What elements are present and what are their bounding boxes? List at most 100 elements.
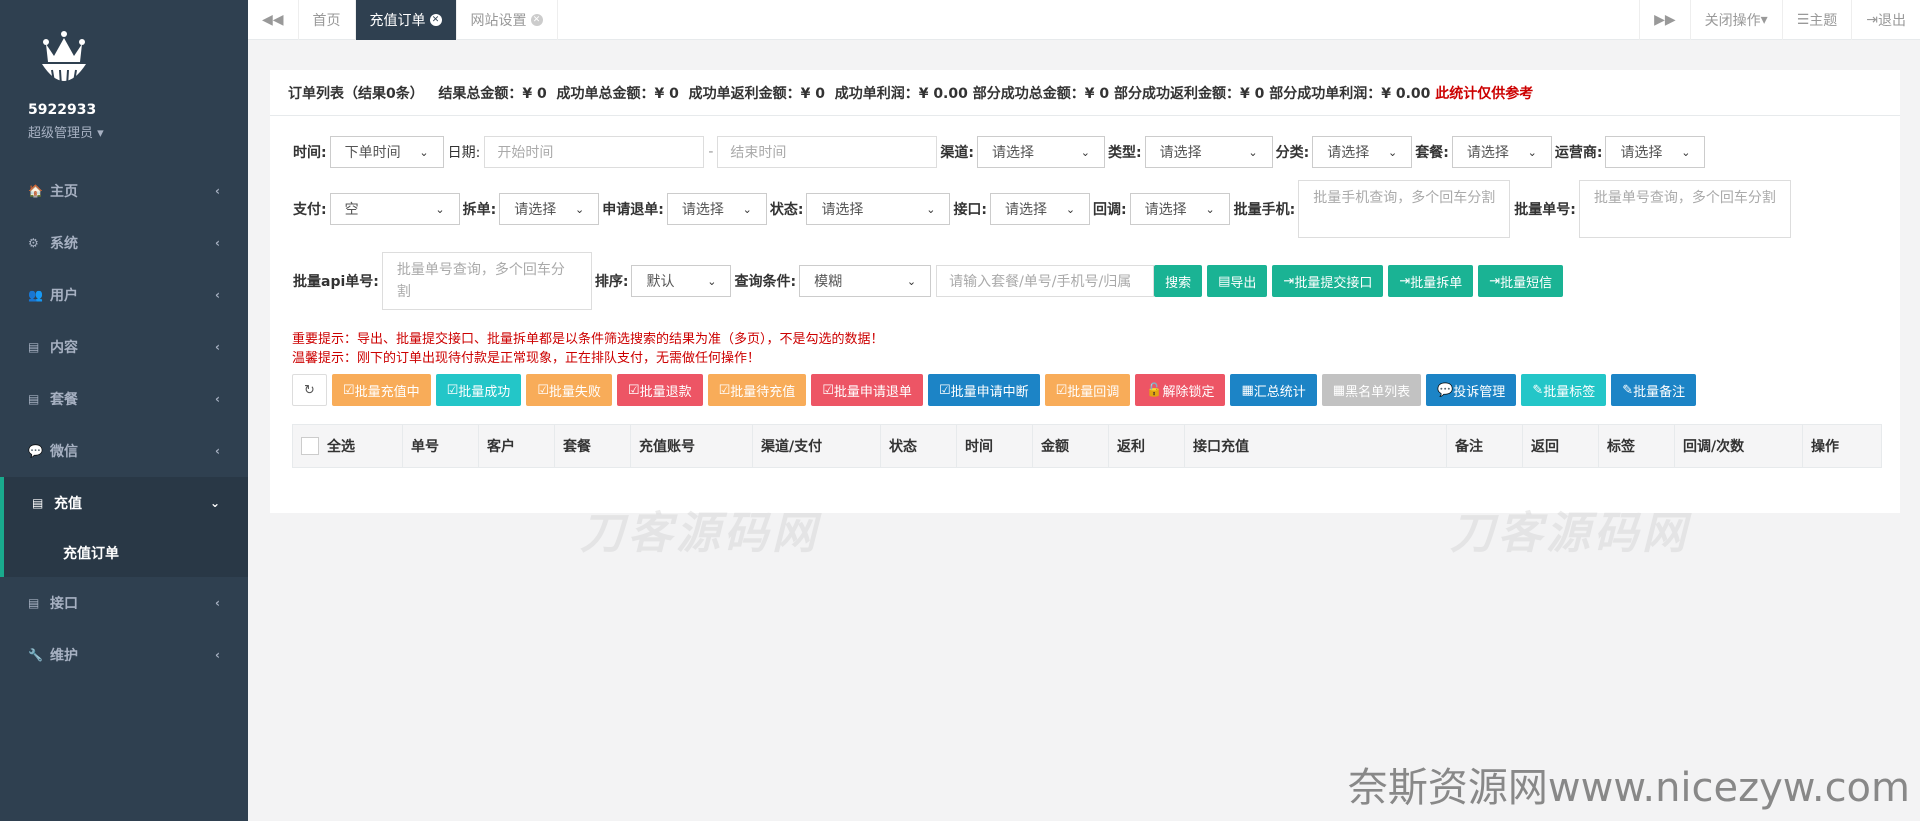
- bulk-charging-button[interactable]: ☑ 批量充值中: [331, 374, 431, 406]
- close-ops-dropdown[interactable]: 关闭操作 ▾: [1689, 0, 1782, 40]
- bulk-refund-button[interactable]: ☑ 批量退款: [616, 374, 703, 406]
- package-select[interactable]: 请选择 ⌄: [1451, 136, 1552, 168]
- condition-select[interactable]: 模糊 ⌄: [799, 265, 932, 297]
- refund-select[interactable]: 请选择 ⌄: [666, 193, 767, 225]
- bulk-phone-label: 批量手机:: [1233, 202, 1296, 218]
- button-label: 批量待充值: [730, 384, 796, 400]
- summary-stats-button[interactable]: ▦ 汇总统计: [1230, 374, 1317, 406]
- tab-scroll-right[interactable]: ▶▶: [1639, 0, 1690, 40]
- api-select[interactable]: 请选择 ⌄: [990, 193, 1091, 225]
- sidebar-item-label: 主页: [50, 184, 78, 200]
- sidebar-item-maintenance[interactable]: 🔧 维护 ‹: [0, 629, 248, 681]
- sidebar-subitem-recharge-orders[interactable]: 充值订单: [0, 529, 248, 577]
- sort-select[interactable]: 默认 ⌄: [631, 265, 732, 297]
- bulk-request-refund-button[interactable]: ☑ 批量申请退单: [811, 374, 923, 406]
- chevron-left-icon: ‹: [215, 236, 220, 250]
- category-label: 分类:: [1275, 145, 1310, 161]
- search-button[interactable]: 搜索: [1154, 265, 1203, 297]
- bulk-fail-button[interactable]: ☑ 批量失败: [526, 374, 612, 406]
- chevron-down-icon: ⌄: [209, 496, 220, 510]
- sidebar-item-content[interactable]: ▤ 内容 ‹: [0, 321, 248, 373]
- time-select[interactable]: 下单时间 ⌄: [329, 136, 444, 168]
- tab-scroll-left[interactable]: ◀◀: [248, 0, 299, 40]
- split-select[interactable]: 请选择 ⌄: [499, 193, 600, 225]
- blacklist-button[interactable]: ▦ 黑名单列表: [1321, 374, 1422, 406]
- channel-select[interactable]: 请选择 ⌄: [977, 136, 1105, 168]
- operator-select[interactable]: 请选择 ⌄: [1605, 136, 1706, 168]
- select-all-header[interactable]: 全选: [293, 424, 403, 468]
- refresh-button[interactable]: ↻: [292, 374, 327, 406]
- column-header: 金额: [1033, 424, 1109, 468]
- sidebar-item-recharge[interactable]: ▤ 充值 ⌄: [0, 477, 248, 529]
- close-icon[interactable]: ✕: [429, 14, 442, 26]
- sidebar-item-system[interactable]: ⚙ 系统 ‹: [0, 217, 248, 269]
- chevron-down-icon: ⌄: [419, 145, 429, 159]
- chevron-left-icon: ‹: [215, 444, 220, 458]
- sidebar-item-package[interactable]: ▤ 套餐 ‹: [0, 373, 248, 425]
- callback-select[interactable]: 请选择 ⌄: [1129, 193, 1230, 225]
- button-label: 解除锁定: [1162, 384, 1215, 400]
- category-select[interactable]: 请选择 ⌄: [1312, 136, 1413, 168]
- chevron-down-icon: ⌄: [906, 274, 917, 288]
- bulk-success-button[interactable]: ☑ 批量成功: [435, 374, 522, 406]
- sidebar-nav: 🏠 主页 ‹ ⚙ 系统 ‹ 👥 用户 ‹ ▤ 内容 ‹ ▤ 套餐 ‹ 💬 微信 ‹ ▤ 充值 ⌄ 充值订单 …: [0, 165, 248, 681]
- cogs-icon: ⚙: [28, 236, 39, 250]
- channel-label: 渠道:: [940, 145, 974, 161]
- search-input[interactable]: 请输入套餐/单号/手机号/归属: [936, 265, 1155, 297]
- filter-row-1: 时间: 下单时间 ⌄ 日期: 开始时间 - 结束时间 渠道: 请选择 ⌄ 类型: 请…: [290, 136, 1706, 168]
- unlock-button[interactable]: 🔓 解除锁定: [1135, 374, 1226, 406]
- bulk-request-interrupt-button[interactable]: ☑ 批量申请中断: [927, 374, 1040, 406]
- column-header: 套餐: [555, 424, 631, 468]
- sidebar-item-users[interactable]: 👥 用户 ‹: [0, 269, 248, 321]
- bulk-callback-button[interactable]: ☑ 批量回调: [1044, 374, 1131, 406]
- summary-note: 此统计仅供参考: [1435, 85, 1534, 102]
- bulk-split-button[interactable]: ⇥ 批量拆单: [1388, 265, 1474, 297]
- theme-button[interactable]: ☰ 主题: [1781, 0, 1852, 40]
- start-date-input[interactable]: 开始时间: [484, 136, 705, 168]
- sidebar-item-home[interactable]: 🏠 主页 ‹: [0, 165, 248, 217]
- bulk-order-textarea[interactable]: 批量单号查询，多个回车分割: [1578, 180, 1791, 238]
- check-square-icon: ☑: [627, 382, 640, 398]
- bulk-tag-button[interactable]: ✎ 批量标签: [1521, 374, 1607, 406]
- sidebar-item-wechat[interactable]: 💬 微信 ‹: [0, 425, 248, 477]
- chevron-down-icon: ⌄: [1080, 145, 1090, 159]
- bulk-api-textarea[interactable]: 批量单号查询，多个回车分割: [381, 252, 592, 310]
- bulk-sms-button[interactable]: ⇥ 批量短信: [1478, 265, 1564, 297]
- sidebar-item-label: 接口: [50, 596, 78, 612]
- end-date-input[interactable]: 结束时间: [717, 136, 938, 168]
- check-square-icon: ☑: [718, 382, 731, 398]
- export-button[interactable]: ▤ 导出: [1207, 265, 1268, 297]
- role-dropdown[interactable]: 超级管理员 ▾: [28, 122, 248, 141]
- button-label: 批量申请中断: [950, 384, 1029, 400]
- button-label: 批量提交接口: [1294, 275, 1373, 291]
- calendar-icon: ▦: [1241, 382, 1254, 398]
- chevron-down-icon: ⌄: [1205, 202, 1215, 216]
- status-select[interactable]: 请选择 ⌄: [806, 193, 951, 225]
- button-label: 批量成功: [458, 384, 511, 400]
- complaints-button[interactable]: 💬 投诉管理: [1426, 374, 1517, 406]
- close-icon[interactable]: ✕: [530, 14, 543, 26]
- bulk-phone-textarea[interactable]: 批量手机查询，多个回车分割: [1298, 180, 1511, 238]
- refund-label: 申请退单:: [602, 202, 664, 218]
- button-label: 批量充值中: [354, 384, 420, 400]
- close-ops-label: 关闭操作: [1704, 13, 1761, 29]
- sidebar-item-label: 微信: [50, 444, 78, 460]
- sidebar-item-label: 系统: [50, 236, 78, 252]
- watermark: 刀客源码网: [1450, 508, 1690, 559]
- tab-bar: ◀◀ 首页 充值订单 ✕ 网站设置 ✕ ▶▶ 关闭操作 ▾ ☰ 主题 ⇥ 退出: [248, 0, 1920, 40]
- bulk-submit-button[interactable]: ⇥ 批量提交接口: [1272, 265, 1384, 297]
- checkbox[interactable]: [301, 437, 319, 455]
- pay-select[interactable]: 空 ⌄: [329, 193, 460, 225]
- chevron-down-icon: ⌄: [1527, 145, 1537, 159]
- tab-site-settings[interactable]: 网站设置 ✕: [457, 0, 558, 40]
- bulk-pending-button[interactable]: ☑ 批量待充值: [707, 374, 807, 406]
- sidebar-item-api[interactable]: ▤ 接口 ‹: [0, 577, 248, 629]
- tab-home[interactable]: 首页: [299, 0, 356, 40]
- file-icon: ▤: [1218, 273, 1231, 289]
- logout-button[interactable]: ⇥ 退出: [1851, 0, 1920, 40]
- date-label: 日期:: [447, 145, 481, 161]
- type-select[interactable]: 请选择 ⌄: [1144, 136, 1273, 168]
- edit-icon: ✎: [1622, 382, 1634, 398]
- bulk-remark-button[interactable]: ✎ 批量备注: [1611, 374, 1697, 406]
- tab-recharge-orders[interactable]: 充值订单 ✕: [355, 0, 457, 40]
